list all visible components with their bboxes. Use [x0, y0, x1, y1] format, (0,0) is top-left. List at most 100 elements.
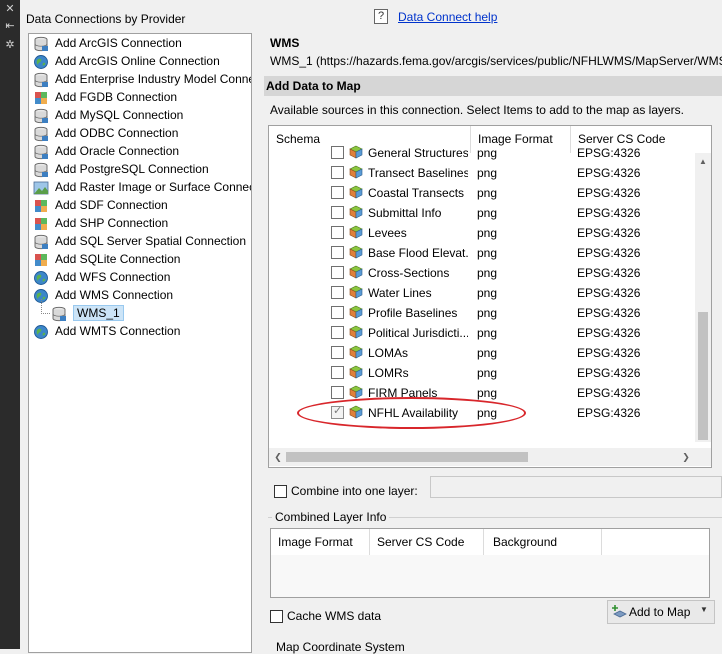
combined-header-image-format[interactable]: Image Format: [271, 529, 370, 555]
layer-cs-code: EPSG:4326: [577, 306, 641, 320]
table-row[interactable]: Transect Baselines png EPSG:4326: [269, 163, 694, 183]
layer-icon: [349, 345, 363, 359]
layer-checkbox[interactable]: [331, 226, 344, 239]
combined-layer-info-title: Combined Layer Info: [272, 510, 390, 524]
connection-heading: WMS: [270, 36, 300, 50]
cache-label: Cache WMS data: [287, 609, 382, 623]
horizontal-scroll-thumb[interactable]: [286, 452, 528, 462]
layer-icon: [349, 185, 363, 199]
layer-format: png: [477, 306, 498, 320]
combined-header-background[interactable]: Background: [484, 529, 602, 555]
add-layer-icon: [612, 605, 627, 618]
layer-icon: [349, 145, 363, 159]
tree-item-label: Add WMTS Connection: [55, 324, 181, 338]
scroll-up-icon[interactable]: ▲: [695, 153, 711, 170]
combine-layer-name-field[interactable]: [430, 476, 722, 498]
available-sources-text: Available sources in this connection. Se…: [270, 103, 684, 117]
tree-item[interactable]: Add Enterprise Industry Model Conne: [33, 71, 251, 89]
scroll-left-icon[interactable]: ❮: [271, 448, 285, 466]
tree-item[interactable]: WMS_1: [33, 299, 251, 323]
layer-name: LOMRs: [368, 366, 409, 380]
combine-checkbox[interactable]: [274, 485, 287, 498]
layer-icon: [349, 225, 363, 239]
table-row[interactable]: Submittal Info png EPSG:4326: [269, 203, 694, 223]
layer-checkbox[interactable]: [331, 186, 344, 199]
combined-header-server-cs-code[interactable]: Server CS Code: [370, 529, 484, 555]
layer-checkbox[interactable]: [331, 246, 344, 259]
connection-url: WMS_1 (https://hazards.fema.gov/arcgis/s…: [270, 54, 722, 68]
tree-item[interactable]: Add ArcGIS Connection: [33, 35, 251, 53]
layer-checkbox[interactable]: [331, 366, 344, 379]
table-row[interactable]: LOMAs png EPSG:4326: [269, 343, 694, 363]
layer-checkbox[interactable]: [331, 166, 344, 179]
scroll-right-icon[interactable]: ❯: [679, 448, 693, 466]
table-row[interactable]: Political Jurisdicti... png EPSG:4326: [269, 323, 694, 343]
pin-icon[interactable]: ⇤: [3, 19, 17, 33]
layer-checkbox[interactable]: [331, 306, 344, 319]
tree-item[interactable]: Add SQLite Connection: [33, 251, 251, 269]
layer-icon: [349, 385, 363, 399]
layer-format: png: [477, 226, 498, 240]
tree-item[interactable]: Add SQL Server Spatial Connection: [33, 233, 251, 251]
tree-item[interactable]: Add ODBC Connection: [33, 125, 251, 143]
table-row[interactable]: Levees png EPSG:4326: [269, 223, 694, 243]
tree-item[interactable]: Add SHP Connection: [33, 215, 251, 233]
combined-layer-table: Image Format Server CS Code Background: [270, 528, 710, 598]
database-icon: [33, 144, 49, 160]
layer-format: png: [477, 206, 498, 220]
table-row[interactable]: General Structures png EPSG:4326: [269, 143, 694, 163]
layer-checkbox[interactable]: [331, 146, 344, 159]
layer-icon: [349, 285, 363, 299]
combined-header-empty: [602, 529, 709, 555]
tree-connector: [41, 299, 50, 314]
layer-format: png: [477, 146, 498, 160]
layer-name: Political Jurisdicti...: [368, 326, 468, 340]
help-icon[interactable]: ?: [374, 9, 388, 24]
layer-checkbox[interactable]: [331, 286, 344, 299]
table-row[interactable]: Base Flood Elevat... png EPSG:4326: [269, 243, 694, 263]
tree-item[interactable]: Add WMTS Connection: [33, 323, 251, 341]
layer-cs-code: EPSG:4326: [577, 386, 641, 400]
vertical-scroll-thumb[interactable]: [698, 312, 708, 440]
tree-item[interactable]: Add PostgreSQL Connection: [33, 161, 251, 179]
tree-item[interactable]: Add MySQL Connection: [33, 107, 251, 125]
tree-item[interactable]: Add Oracle Connection: [33, 143, 251, 161]
layer-icon: [349, 325, 363, 339]
layer-cs-code: EPSG:4326: [577, 286, 641, 300]
tree-item[interactable]: Add FGDB Connection: [33, 89, 251, 107]
layer-checkbox[interactable]: [331, 206, 344, 219]
layer-format: png: [477, 346, 498, 360]
layer-icon: [349, 205, 363, 219]
tree-item[interactable]: Add WMS Connection: [33, 287, 251, 305]
layer-name: Profile Baselines: [368, 306, 458, 320]
close-icon[interactable]: ✕: [3, 2, 17, 16]
cache-checkbox[interactable]: [270, 610, 283, 623]
tree-item[interactable]: Add SDF Connection: [33, 197, 251, 215]
layer-cs-code: EPSG:4326: [577, 166, 641, 180]
tree-item[interactable]: Add ArcGIS Online Connection: [33, 53, 251, 71]
tree-item[interactable]: Add Raster Image or Surface Connect: [33, 179, 251, 197]
globe-icon: [33, 324, 49, 340]
layer-format: png: [477, 366, 498, 380]
layer-cs-code: EPSG:4326: [577, 226, 641, 240]
dropdown-arrow-icon[interactable]: ▼: [700, 605, 708, 614]
tree-item[interactable]: Add WFS Connection: [33, 269, 251, 287]
table-row[interactable]: Coastal Transects png EPSG:4326: [269, 183, 694, 203]
table-row[interactable]: LOMRs png EPSG:4326: [269, 363, 694, 383]
layer-checkbox[interactable]: [331, 346, 344, 359]
database-icon: [33, 126, 49, 142]
layer-icon: [349, 365, 363, 379]
help-link[interactable]: Data Connect help: [398, 10, 497, 24]
table-row[interactable]: Water Lines png EPSG:4326: [269, 283, 694, 303]
layer-format: png: [477, 186, 498, 200]
layer-cs-code: EPSG:4326: [577, 346, 641, 360]
table-row[interactable]: Profile Baselines png EPSG:4326: [269, 303, 694, 323]
layer-format: png: [477, 266, 498, 280]
layer-checkbox[interactable]: [331, 266, 344, 279]
table-row[interactable]: Cross-Sections png EPSG:4326: [269, 263, 694, 283]
settings-icon[interactable]: ✲: [3, 38, 17, 52]
layer-name: LOMAs: [368, 346, 409, 360]
layer-checkbox[interactable]: [331, 326, 344, 339]
connections-tree: Add ArcGIS Connection Add ArcGIS Online C…: [28, 33, 252, 653]
layer-checkbox[interactable]: [331, 386, 344, 399]
